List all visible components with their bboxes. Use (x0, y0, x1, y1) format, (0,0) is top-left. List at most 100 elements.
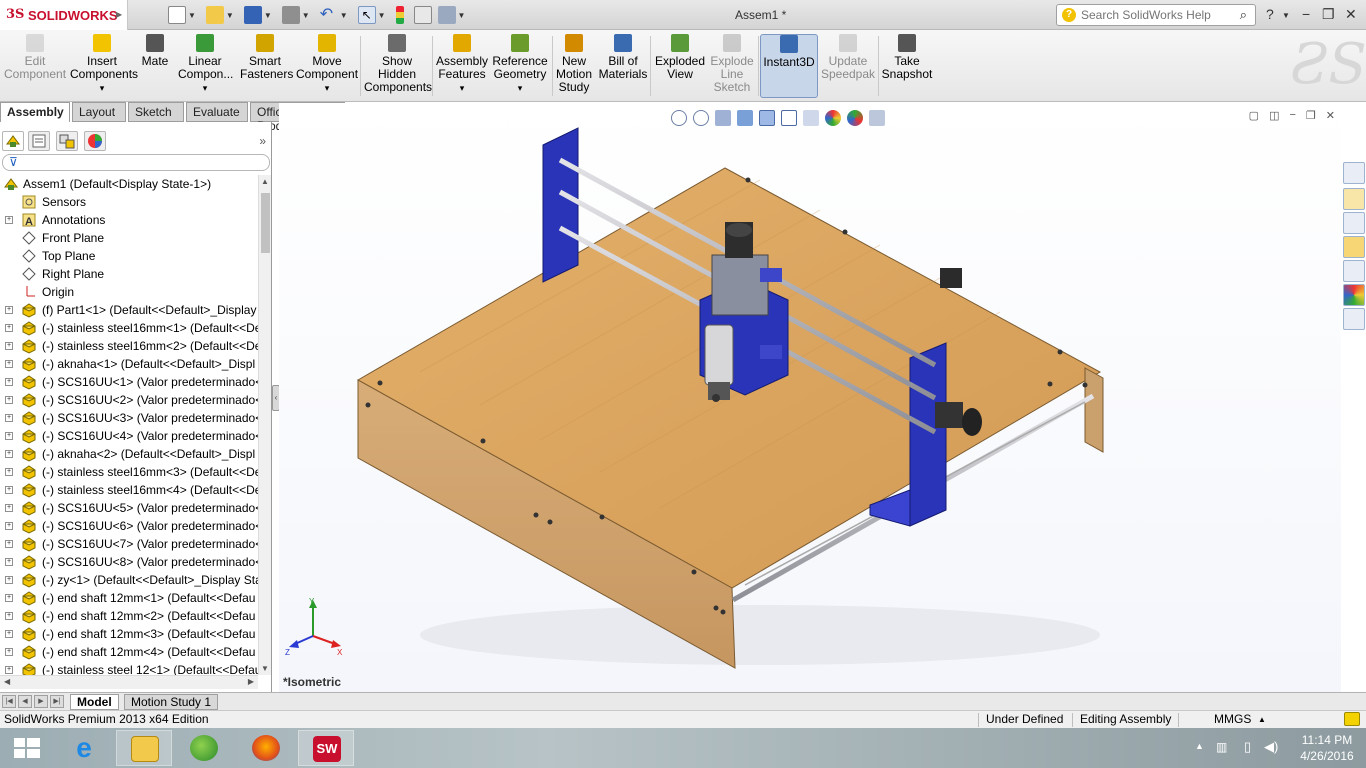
expand-toggle-icon[interactable]: + (5, 396, 13, 404)
tree-item[interactable]: Front Plane (0, 229, 258, 247)
view-settings-icon[interactable] (869, 110, 885, 126)
tree-item[interactable]: + (-) SCS16UU<3> (Valor predeterminado< (0, 409, 258, 427)
tree-item[interactable]: + (-) end shaft 12mm<2> (Default<<Defau (0, 607, 258, 625)
expand-toggle-icon[interactable]: + (5, 378, 13, 386)
cmd-insert-components-button[interactable]: Insert Components ▾ (70, 34, 138, 98)
dropdown-arrow-icon[interactable]: ▾ (325, 83, 330, 93)
zoom-to-fit-icon[interactable] (671, 110, 687, 126)
viewport-tile-icon[interactable]: ▢ (1249, 109, 1259, 122)
tab-assembly[interactable]: Assembly (0, 102, 70, 122)
expand-toggle-icon[interactable]: + (5, 432, 13, 440)
open-dropdown-icon[interactable]: ▼ (226, 11, 234, 20)
expand-toggle-icon[interactable]: + (5, 324, 13, 332)
viewport-restore-button[interactable]: ❐ (1306, 109, 1316, 122)
save-dropdown-icon[interactable]: ▼ (264, 11, 272, 20)
feature-manager-tab-icon[interactable] (2, 131, 24, 151)
prev-tab-icon[interactable]: ◀ (18, 695, 32, 708)
select-dropdown-icon[interactable]: ▼ (378, 11, 386, 20)
file-explorer-pane-icon[interactable] (1343, 236, 1365, 258)
appearances-icon[interactable] (1343, 284, 1365, 306)
cmd-show-hidden-button[interactable]: Show Hidden Components (364, 34, 432, 98)
home-icon[interactable] (1343, 188, 1365, 210)
network-icon[interactable]: ▥ (1216, 740, 1227, 754)
expand-toggle-icon[interactable]: + (5, 558, 13, 566)
help-icon[interactable]: ? (1266, 6, 1274, 22)
viewport-minimize-button[interactable]: − (1289, 109, 1295, 122)
file-explorer-icon[interactable] (116, 730, 172, 766)
tree-item[interactable]: + (-) stainless steel16mm<4> (Default<<De (0, 481, 258, 499)
rebuild-status-icon[interactable] (1344, 712, 1360, 726)
parrot-app-icon[interactable] (176, 730, 232, 766)
help-dropdown-icon[interactable]: ▼ (1282, 11, 1290, 20)
tree-item[interactable]: + (-) SCS16UU<6> (Valor predeterminado< (0, 517, 258, 535)
tree-item[interactable]: + (-) SCS16UU<2> (Valor predeterminado< (0, 391, 258, 409)
cmd-bom-button[interactable]: Bill of Materials (598, 34, 648, 98)
cmd-speedpak-button[interactable]: Update Speedpak (820, 34, 876, 98)
expand-toggle-icon[interactable]: + (5, 306, 13, 314)
select-cursor-icon[interactable]: ↖ (357, 6, 376, 24)
cmd-assembly-features-button[interactable]: Assembly Features ▾ (436, 34, 488, 98)
tree-item[interactable]: Origin (0, 283, 258, 301)
expand-toggle-icon[interactable]: + (5, 342, 13, 350)
cmd-reference-geometry-button[interactable]: Reference Geometry ▾ (490, 34, 550, 98)
tab-motion-study-1[interactable]: Motion Study 1 (124, 694, 219, 710)
section-view-icon[interactable] (737, 110, 753, 126)
display-style-icon[interactable] (781, 110, 797, 126)
tray-overflow-icon[interactable]: ▲ (1195, 741, 1204, 751)
new-document-icon[interactable] (168, 6, 186, 24)
cmd-instant3d-button[interactable]: Instant3D (760, 34, 818, 98)
edit-appearance-icon[interactable] (825, 110, 841, 126)
undo-dropdown-icon[interactable]: ▼ (340, 11, 348, 20)
dropdown-arrow-icon[interactable]: ▾ (203, 83, 208, 93)
expand-toggle-icon[interactable]: + (5, 540, 13, 548)
graphics-area[interactable]: ▢ ◫ − ❐ ✕ Y X Z *Isometric (279, 103, 1341, 692)
tree-item[interactable]: + (-) stainless steel16mm<2> (Default<<De (0, 337, 258, 355)
viewport-close-button[interactable]: ✕ (1326, 109, 1335, 122)
options-dropdown-icon[interactable]: ▼ (458, 11, 466, 20)
battery-icon[interactable]: ▯ (1244, 739, 1251, 755)
volume-icon[interactable]: ◀) (1264, 739, 1278, 755)
expand-toggle-icon[interactable]: + (5, 414, 13, 422)
save-icon[interactable] (243, 6, 262, 24)
display-manager-tab-icon[interactable] (84, 131, 106, 151)
cmd-linear-pattern-button[interactable]: Linear Compon... ▾ (178, 34, 233, 98)
expand-toggle-icon[interactable]: + (5, 486, 13, 494)
tree-item[interactable]: + (-) SCS16UU<1> (Valor predeterminado< (0, 373, 258, 391)
tree-item[interactable]: + (-) aknaha<1> (Default<<Default>_Displ (0, 355, 258, 373)
open-folder-icon[interactable] (205, 6, 224, 24)
solidworks-taskbar-icon[interactable]: SW (298, 730, 354, 766)
cmd-motion-study-button[interactable]: New Motion Study (554, 34, 594, 98)
start-button[interactable] (0, 730, 56, 766)
feature-tree-filter[interactable]: ⊽ (2, 154, 270, 171)
search-icon[interactable]: ⌕ (1240, 7, 1247, 23)
internet-explorer-icon[interactable]: e (56, 730, 112, 766)
tree-item[interactable]: Top Plane (0, 247, 258, 265)
restore-button[interactable]: ❐ (1322, 6, 1335, 23)
apply-scene-icon[interactable] (847, 110, 863, 126)
tree-item[interactable]: + (-) stainless steel16mm<1> (Default<<De (0, 319, 258, 337)
expand-toggle-icon[interactable]: + (5, 216, 13, 224)
dropdown-arrow-icon[interactable]: ▾ (518, 83, 523, 93)
expand-toggle-icon[interactable]: + (5, 630, 13, 638)
tree-item[interactable]: + (-) aknaha<2> (Default<<Default>_Displ (0, 445, 258, 463)
zoom-to-area-icon[interactable] (693, 110, 709, 126)
expand-toggle-icon[interactable]: + (5, 450, 13, 458)
file-properties-icon[interactable] (413, 6, 432, 24)
cmd-explode-line-button[interactable]: Explode Line Sketch (708, 34, 756, 98)
expand-toggle-icon[interactable]: + (5, 360, 13, 368)
scroll-left-icon[interactable]: ◀ (4, 677, 10, 686)
close-button[interactable]: ✕ (1345, 6, 1357, 23)
print-dropdown-icon[interactable]: ▼ (302, 11, 310, 20)
cmd-snapshot-button[interactable]: Take Snapshot (878, 34, 936, 98)
expand-toggle-icon[interactable]: + (5, 594, 13, 602)
scroll-down-icon[interactable]: ▼ (261, 664, 269, 673)
unit-system-selector[interactable]: MMGS (1214, 711, 1251, 728)
cmd-exploded-view-button[interactable]: Exploded View (654, 34, 706, 98)
tree-horizontal-scrollbar[interactable]: ◀ ▶ (0, 675, 258, 689)
tree-item[interactable]: + (-) SCS16UU<5> (Valor predeterminado< (0, 499, 258, 517)
last-tab-icon[interactable]: ▶| (50, 695, 64, 708)
view-palette-icon[interactable] (1343, 260, 1365, 282)
system-clock[interactable]: 11:14 PM 4/26/2016 (1288, 732, 1366, 764)
cmd-move-component-button[interactable]: Move Component ▾ (296, 34, 358, 98)
solidworks-resources-icon[interactable] (1343, 162, 1365, 184)
